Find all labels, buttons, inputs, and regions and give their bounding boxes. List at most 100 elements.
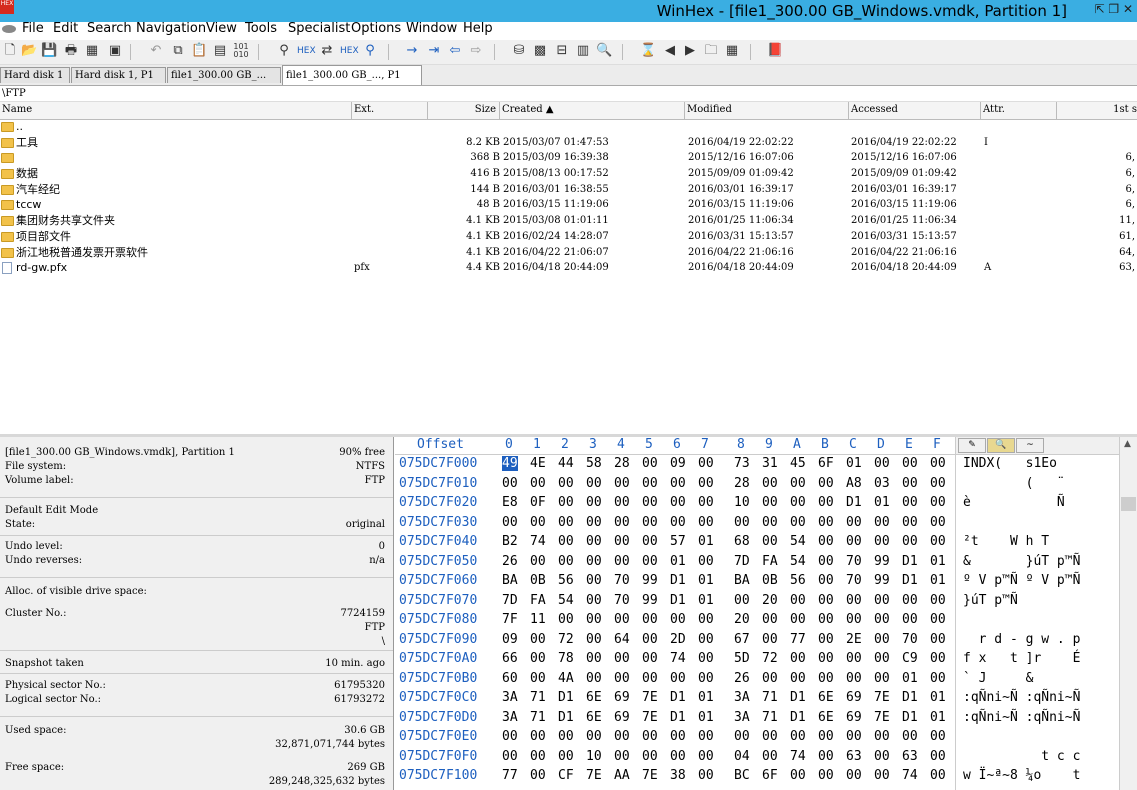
hex-byte[interactable]: 00 xyxy=(930,651,946,666)
hex-byte[interactable]: 00 xyxy=(614,651,630,666)
hex-byte[interactable]: 01 xyxy=(698,710,714,725)
hex-byte[interactable]: 00 xyxy=(930,593,946,608)
hex-byte[interactable]: 00 xyxy=(818,729,834,744)
menu-window[interactable]: Window xyxy=(406,21,457,36)
hex-byte[interactable]: 01 xyxy=(930,710,946,725)
hex-byte[interactable]: 00 xyxy=(642,651,658,666)
hex-byte[interactable]: 00 xyxy=(614,729,630,744)
hex-byte[interactable]: 00 xyxy=(642,476,658,491)
print-icon[interactable]: 🖶 xyxy=(63,43,79,59)
hex-offset[interactable]: 075DC7F040 xyxy=(399,534,477,549)
hex-byte[interactable]: D1 xyxy=(902,554,918,569)
hex-byte[interactable]: 00 xyxy=(930,612,946,627)
hex-byte[interactable]: 0B xyxy=(530,573,546,588)
hex-byte[interactable]: 74 xyxy=(902,768,918,783)
hex-byte[interactable]: 44 xyxy=(558,456,574,471)
hex-byte[interactable]: 73 xyxy=(734,456,750,471)
hex-byte[interactable]: 72 xyxy=(762,651,778,666)
hex-byte[interactable]: 00 xyxy=(698,768,714,783)
hex-byte[interactable]: 00 xyxy=(762,534,778,549)
menu-navigation[interactable]: Navigation xyxy=(136,21,206,36)
col-ext[interactable]: Ext. xyxy=(352,102,428,119)
hex-byte[interactable]: 00 xyxy=(586,651,602,666)
open-file-icon[interactable]: 📂 xyxy=(21,43,37,59)
hex-byte[interactable]: D1 xyxy=(902,690,918,705)
directory-row[interactable]: .. xyxy=(0,119,1137,135)
hex-byte[interactable]: 7E xyxy=(642,768,658,783)
hex-byte[interactable]: 01 xyxy=(698,573,714,588)
hex-byte[interactable]: 01 xyxy=(930,690,946,705)
hex-offset[interactable]: 075DC7F010 xyxy=(399,476,477,491)
hex-byte[interactable]: 00 xyxy=(614,749,630,764)
hex-byte[interactable]: 72 xyxy=(558,632,574,647)
menu-options[interactable]: Options xyxy=(351,21,401,36)
hex-byte[interactable]: 00 xyxy=(818,495,834,510)
hex-byte[interactable]: 00 xyxy=(734,729,750,744)
window-controls[interactable]: ⇱ ❐ ✕ xyxy=(1095,2,1134,16)
book-icon[interactable]: 📕 xyxy=(767,43,783,59)
hex-byte[interactable]: 01 xyxy=(930,554,946,569)
hex-byte[interactable]: 00 xyxy=(818,515,834,530)
hex-byte[interactable]: 69 xyxy=(846,710,862,725)
hex-byte[interactable]: 00 xyxy=(874,593,890,608)
hex-byte[interactable]: 99 xyxy=(874,554,890,569)
col-accessed[interactable]: Accessed xyxy=(849,102,981,119)
hex-byte[interactable]: 00 xyxy=(614,534,630,549)
hex-byte[interactable]: 58 xyxy=(586,456,602,471)
hex-byte[interactable]: 00 xyxy=(530,554,546,569)
hex-byte[interactable]: 00 xyxy=(930,476,946,491)
hex-text-row[interactable]: :qÑni~Ñ :qÑni~Ñ xyxy=(963,710,1088,725)
hex-byte[interactable]: 00 xyxy=(530,749,546,764)
back-icon[interactable]: ⇦ xyxy=(447,43,463,59)
hex-byte[interactable]: 00 xyxy=(874,534,890,549)
hex-byte[interactable]: 7E xyxy=(642,710,658,725)
hex-byte[interactable]: 0F xyxy=(530,495,546,510)
copy-block-icon[interactable]: ▤ xyxy=(212,43,228,59)
hex-byte[interactable]: 00 xyxy=(558,729,574,744)
hex-text-row[interactable]: }úT p™Ñ xyxy=(963,593,1088,608)
hex-byte[interactable]: 99 xyxy=(874,573,890,588)
hex-byte[interactable]: 00 xyxy=(930,456,946,471)
hex-byte[interactable]: 04 xyxy=(734,749,750,764)
hex-byte[interactable]: 10 xyxy=(734,495,750,510)
hex-byte[interactable]: 00 xyxy=(614,476,630,491)
hex-byte[interactable]: 64 xyxy=(614,632,630,647)
tab-vmdk-p1[interactable]: file1_300.00 GB_..., P1 xyxy=(282,65,422,85)
hex-byte[interactable]: 01 xyxy=(698,534,714,549)
hex-byte[interactable]: 00 xyxy=(670,476,686,491)
hex-byte[interactable]: 00 xyxy=(818,476,834,491)
col-created[interactable]: Created ▲ xyxy=(500,102,685,119)
hex-byte[interactable]: 00 xyxy=(698,671,714,686)
hex-byte[interactable]: 2D xyxy=(670,632,686,647)
hex-byte[interactable]: D1 xyxy=(790,710,806,725)
hex-byte[interactable]: 68 xyxy=(734,534,750,549)
hex-byte[interactable]: 74 xyxy=(790,749,806,764)
new-file-icon[interactable]: 🗋 xyxy=(2,43,18,59)
hex-byte[interactable]: A8 xyxy=(846,476,862,491)
binary-icon[interactable]: 101 010 xyxy=(233,43,249,59)
hex-byte[interactable]: AA xyxy=(614,768,630,783)
hex-byte[interactable]: 00 xyxy=(530,632,546,647)
hex-byte[interactable]: 00 xyxy=(930,671,946,686)
hex-byte[interactable]: 00 xyxy=(530,476,546,491)
hex-offset[interactable]: 075DC7F000 xyxy=(399,456,477,471)
hex-byte[interactable]: 00 xyxy=(558,515,574,530)
hex-byte[interactable]: 00 xyxy=(818,749,834,764)
hex-byte[interactable]: 00 xyxy=(902,593,918,608)
hex-byte[interactable]: D1 xyxy=(902,710,918,725)
hex-text-row[interactable]: r d - g w . p xyxy=(963,632,1088,647)
hex-byte[interactable]: 01 xyxy=(670,554,686,569)
hex-text-row[interactable]: t c c xyxy=(963,749,1088,764)
hex-byte[interactable]: 00 xyxy=(790,515,806,530)
hex-byte[interactable]: BA xyxy=(734,573,750,588)
hex-byte[interactable]: 7F xyxy=(502,612,518,627)
hex-byte[interactable]: 70 xyxy=(846,554,862,569)
wave-icon[interactable]: ~ xyxy=(1016,438,1044,453)
hex-offset[interactable]: 075DC7F050 xyxy=(399,554,477,569)
goto-sector-icon[interactable]: ⇥ xyxy=(426,43,442,59)
hex-byte[interactable]: 54 xyxy=(790,534,806,549)
hex-byte[interactable]: 00 xyxy=(642,749,658,764)
hex-offset[interactable]: 075DC7F0D0 xyxy=(399,710,477,725)
hex-scrollbar[interactable]: ▲ xyxy=(1119,437,1137,790)
hex-byte[interactable]: 00 xyxy=(818,671,834,686)
